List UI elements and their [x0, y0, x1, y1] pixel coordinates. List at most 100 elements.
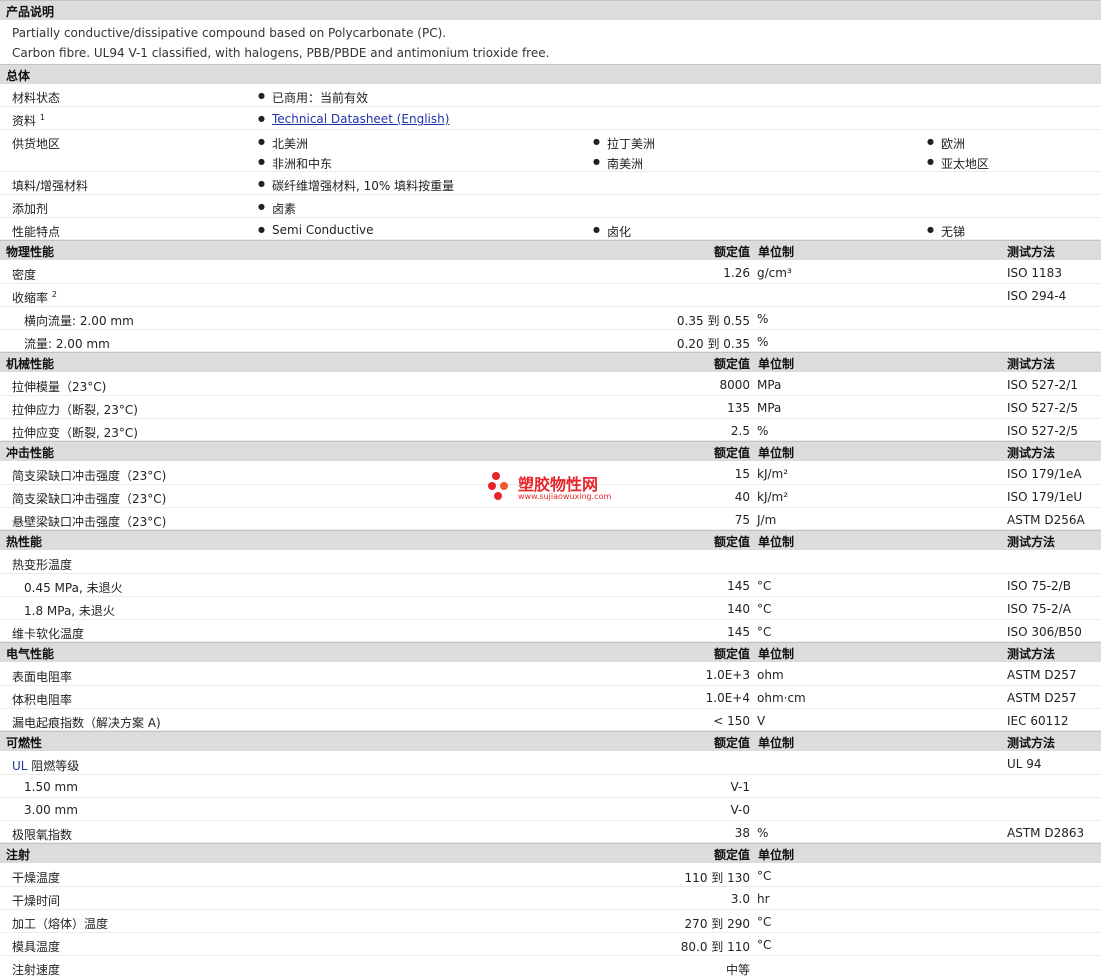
- header-unit: 单位制: [758, 848, 795, 862]
- label: 3.00 mm: [24, 803, 78, 817]
- label: 模具温度: [12, 940, 61, 954]
- unit: °C: [757, 625, 772, 639]
- value: 140: [727, 602, 750, 616]
- row-regions: 供货地区 北美洲 拉丁美洲 欧洲 非洲和中东 南美洲 亚太地区: [0, 130, 1101, 172]
- method: IEC 60112: [1007, 714, 1069, 728]
- feature-item: 无锑: [927, 223, 965, 240]
- method: ASTM D256A: [1007, 513, 1085, 527]
- header-unit: 单位制: [758, 245, 795, 259]
- label: 体积电阻率: [12, 693, 73, 707]
- row-melt-temp: 加工（熔体）温度 270 到 290 °C: [0, 910, 1101, 933]
- value: 8000: [719, 378, 750, 392]
- row-ul-rating: UL 阻燃等级 UL 94: [0, 752, 1101, 775]
- label: 密度: [12, 268, 37, 282]
- label: 拉伸模量（23°C): [12, 380, 107, 394]
- region-item: 亚太地区: [927, 155, 989, 172]
- header-unit: 单位制: [758, 647, 795, 661]
- region-item: 欧洲: [927, 135, 965, 152]
- header-unit: 单位制: [758, 736, 795, 750]
- label: 极限氧指数: [12, 828, 73, 842]
- header-unit: 单位制: [758, 535, 795, 549]
- value: 碳纤维增强材料, 10% 填料按重量: [258, 177, 454, 194]
- label: 填料/增强材料: [12, 179, 89, 193]
- method: ASTM D257: [1007, 668, 1077, 682]
- row-ul-300: 3.00 mm V-0: [0, 798, 1101, 821]
- watermark-url: www.sujiaowuxing.com: [518, 492, 612, 501]
- section-thermal: 热性能 额定值 单位制 测试方法: [0, 530, 1101, 550]
- region-item: 非洲和中东: [258, 155, 332, 172]
- section-physical: 物理性能 额定值 单位制 测试方法: [0, 240, 1101, 260]
- value: 40: [734, 490, 750, 504]
- method: ISO 1183: [1007, 266, 1062, 280]
- section-description: 产品说明: [0, 0, 1101, 20]
- row-vicat: 维卡软化温度 145 °C ISO 306/B50: [0, 620, 1101, 642]
- feature-item: 卤化: [593, 223, 631, 240]
- unit: MPa: [757, 401, 782, 415]
- region-item: 北美洲: [258, 135, 308, 152]
- value: 145: [727, 579, 750, 593]
- unit: °C: [757, 938, 772, 952]
- value: 3.0: [730, 892, 750, 906]
- row-material-status: 材料状态 已商用：当前有效: [0, 84, 1101, 107]
- logo-dots-icon: [488, 472, 516, 502]
- row-drying-temp: 干燥温度 110 到 130 °C: [0, 864, 1101, 887]
- value: 已商用：当前有效: [258, 89, 368, 106]
- section-title: 总体: [6, 69, 31, 83]
- label: 资料 1: [12, 113, 45, 128]
- section-title: 电气性能: [6, 647, 55, 661]
- label: 1.50 mm: [24, 780, 78, 794]
- label: 加工（熔体）温度: [12, 917, 109, 931]
- header-method: 测试方法: [1007, 647, 1056, 661]
- label: 1.8 MPa, 未退火: [24, 604, 115, 618]
- unit: %: [757, 335, 769, 349]
- header-method: 测试方法: [1007, 535, 1056, 549]
- label: 流量: 2.00 mm: [24, 337, 110, 351]
- technical-datasheet-link[interactable]: Technical Datasheet (English): [272, 112, 449, 126]
- row-shrinkage-transverse: 横向流量: 2.00 mm 0.35 到 0.55 %: [0, 307, 1101, 330]
- section-title: 物理性能: [6, 245, 55, 259]
- unit: ohm: [757, 668, 784, 682]
- label: 注射速度: [12, 963, 61, 977]
- value: 75: [734, 513, 750, 527]
- row-density: 密度 1.26 g/cm³ ISO 1183: [0, 261, 1101, 284]
- unit: kJ/m²: [757, 490, 789, 504]
- feature-item: Semi Conductive: [258, 223, 373, 237]
- value: 1.0E+3: [705, 668, 750, 682]
- row-injection-speed: 注射速度 中等: [0, 956, 1101, 977]
- label: 表面电阻率: [12, 670, 73, 684]
- row-filler: 填料/增强材料 碳纤维增强材料, 10% 填料按重量: [0, 172, 1101, 195]
- unit: %: [757, 826, 769, 840]
- unit: V: [757, 714, 766, 728]
- row-surface-resistivity: 表面电阻率 1.0E+3 ohm ASTM D257: [0, 663, 1101, 686]
- row-hdt-045: 0.45 MPa, 未退火 145 °C ISO 75-2/B: [0, 574, 1101, 597]
- method: ISO 179/1eU: [1007, 490, 1083, 504]
- value: 80.0 到 110: [680, 940, 750, 954]
- section-general: 总体: [0, 64, 1101, 84]
- section-impact: 冲击性能 额定值 单位制 测试方法: [0, 441, 1101, 461]
- unit: %: [757, 312, 769, 326]
- method: ISO 75-2/A: [1007, 602, 1071, 616]
- header-value: 额定值: [713, 848, 750, 862]
- description-line-2: Carbon fibre. UL94 V-1 classified, with …: [12, 46, 550, 60]
- unit: °C: [757, 602, 772, 616]
- section-title: 机械性能: [6, 357, 55, 371]
- section-title: 冲击性能: [6, 446, 55, 460]
- header-unit: 单位制: [758, 446, 795, 460]
- footnote-2: 2: [51, 290, 57, 299]
- label: 0.45 MPa, 未退火: [24, 581, 123, 595]
- label: 维卡软化温度: [12, 627, 85, 641]
- header-method: 测试方法: [1007, 245, 1056, 259]
- row-tensile-modulus: 拉伸模量（23°C) 8000 MPa ISO 527-2/1: [0, 373, 1101, 396]
- header-method: 测试方法: [1007, 736, 1056, 750]
- row-cti: 漏电起痕指数（解决方案 A) < 150 V IEC 60112: [0, 709, 1101, 731]
- header-value: 额定值: [713, 647, 750, 661]
- value: 38: [734, 826, 750, 840]
- unit: ohm·cm: [757, 691, 806, 705]
- description-line-1: Partially conductive/dissipative compoun…: [12, 26, 447, 40]
- unit: °C: [757, 869, 772, 883]
- row-hdt: 热变形温度: [0, 551, 1101, 574]
- value: 1.0E+4: [705, 691, 750, 705]
- header-value: 额定值: [713, 736, 750, 750]
- label: 简支梁缺口冲击强度（23°C): [12, 492, 167, 506]
- value: V-1: [730, 780, 750, 794]
